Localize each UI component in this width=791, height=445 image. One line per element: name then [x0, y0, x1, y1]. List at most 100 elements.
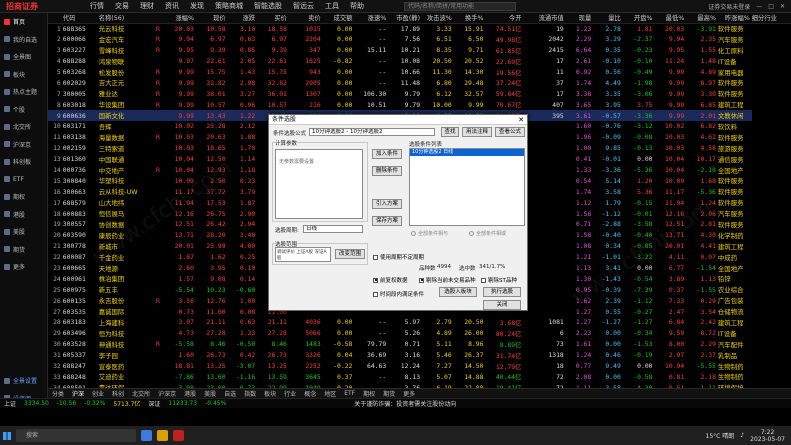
column-header[interactable]: 最低% — [654, 13, 687, 24]
radio-and[interactable]: 全部条件相与 — [411, 230, 448, 237]
table-row[interactable]: 7 300005 雅业达 R 9.99 36.01 3.27 36.01 1307 0.00 106… — [48, 88, 791, 99]
news-ticker[interactable]: 关于谨防诈骗：投资者需关注股份动向 — [354, 399, 456, 408]
maximize-icon[interactable]: □ — [768, 3, 774, 10]
column-header[interactable]: 涨速% — [354, 13, 389, 24]
column-header[interactable]: 攻击波% — [422, 13, 454, 24]
condition-list[interactable]: 10分钟选股2 日线 — [409, 148, 525, 226]
column-header[interactable]: 名称(56) — [98, 13, 154, 24]
column-header[interactable]: 市盈(静) — [388, 13, 423, 24]
menu-item[interactable]: 工具 — [325, 1, 339, 11]
market-tab[interactable]: 美股 — [204, 389, 216, 398]
column-header[interactable] — [48, 13, 63, 24]
column-header[interactable]: 量比 — [593, 13, 623, 24]
column-header[interactable]: 现量 — [565, 13, 594, 24]
condition-list-item[interactable]: 10分钟选股2 日线 — [410, 149, 524, 156]
sidebar-item[interactable]: 首页 — [0, 13, 47, 31]
market-tab[interactable]: 地区 — [324, 389, 336, 398]
menu-item[interactable]: 发现 — [190, 1, 204, 11]
formula-select[interactable]: 10分钟选股2 - 10分钟选股2 — [309, 128, 435, 136]
menu-item[interactable]: 帮助 — [350, 1, 364, 11]
sidebar-item[interactable]: 沪深京 — [0, 136, 47, 154]
column-header[interactable]: 昨涨幅% — [717, 13, 752, 24]
column-header[interactable]: 卖价 — [288, 13, 323, 24]
edge-icon[interactable] — [141, 430, 152, 441]
column-header[interactable]: 成交额 — [322, 13, 355, 24]
market-tab[interactable]: 行业 — [284, 389, 296, 398]
save-plan-button[interactable]: 保存方案 — [372, 216, 402, 226]
table-row[interactable]: 2 600066 金宏汽车 R 9.94 6.97 0.63 6.97 2204 0.00 -- 7.… — [48, 34, 791, 45]
close-button[interactable]: 关闭 — [483, 300, 521, 310]
search-input[interactable]: 代码/名称/简拼/常用功能 — [404, 1, 516, 11]
to-block-button[interactable]: 选股入板块 — [439, 287, 477, 297]
menu-item[interactable]: 理财 — [140, 1, 154, 11]
column-header[interactable]: 最高% — [686, 13, 718, 24]
menu-item[interactable]: 资讯 — [165, 1, 179, 11]
period-select[interactable]: 日线 — [303, 225, 363, 233]
table-row[interactable]: 32 688247 宣泰医药 18.81 13.25 -3.07 13.25 2252 -0.2… — [48, 361, 791, 372]
folder-icon[interactable] — [157, 430, 168, 441]
clock[interactable]: 7:22 2023-05-07 — [750, 429, 785, 443]
sidebar-item[interactable]: 个股 — [0, 101, 47, 119]
menu-item[interactable]: 智能选股 — [254, 1, 282, 11]
market-tab[interactable]: 沪深 — [72, 389, 84, 398]
market-tab[interactable]: 板块 — [264, 389, 276, 398]
add-condition-button[interactable]: 加入条件 — [372, 149, 402, 159]
windows-start-icon[interactable] — [0, 426, 14, 445]
column-header[interactable]: 细分行业 — [751, 13, 791, 24]
usage-button[interactable]: 用法注释 — [462, 127, 492, 137]
table-row[interactable]: 33 688248 艾迪药业 -7.86 13.60 -1.16 13.59 3645 0.37… — [48, 372, 791, 383]
column-header[interactable]: 代码 — [62, 13, 99, 24]
market-tab[interactable]: 港股 — [184, 389, 196, 398]
chk-adjusted[interactable]: 前复权数据 — [373, 276, 408, 284]
radio-or[interactable]: 全部条件相或 — [469, 230, 506, 237]
column-header[interactable]: 换手% — [453, 13, 486, 24]
sidebar-item[interactable]: 港股 — [0, 206, 47, 224]
delete-condition-button[interactable]: 删除条件 — [372, 166, 402, 176]
market-tab[interactable]: 概念 — [304, 389, 316, 398]
taskbar-search-input[interactable]: 搜索 — [16, 429, 136, 442]
sidebar-item[interactable]: 期权 — [0, 188, 47, 206]
column-header[interactable]: 买价 — [257, 13, 289, 24]
market-tab[interactable]: 指数 — [244, 389, 256, 398]
minimize-icon[interactable]: — — [756, 3, 762, 10]
column-header[interactable]: 开盘% — [622, 13, 655, 24]
market-tab[interactable]: 科创 — [112, 389, 124, 398]
volume-icon[interactable]: ♪ — [740, 432, 744, 439]
chk-time-range[interactable]: 时间段内满足条件 — [373, 290, 424, 298]
close-icon[interactable]: ✕ — [780, 3, 785, 10]
menu-item[interactable]: 行情 — [90, 1, 104, 11]
market-tab[interactable]: 更多 — [403, 389, 415, 398]
market-tab[interactable]: 期货 — [383, 389, 395, 398]
weather-info[interactable]: 15°C 晴朗 — [706, 431, 735, 440]
column-header[interactable] — [153, 13, 165, 24]
market-tab[interactable]: 期权 — [363, 389, 375, 398]
market-tab[interactable]: 创业 — [92, 389, 104, 398]
dialog-close-icon[interactable]: ✕ — [515, 115, 527, 124]
sidebar-item[interactable]: 期货 — [0, 241, 47, 259]
login-status[interactable]: 证券交易未登录 — [708, 2, 750, 11]
table-row[interactable]: 1 688365 光云科技 R 20.03 10.58 3.10 18.58 1015 0.00 -… — [48, 23, 791, 34]
column-header[interactable]: 涨幅% — [164, 13, 196, 24]
market-tab[interactable]: 沪深京 — [158, 389, 176, 398]
column-header[interactable]: 现价 — [195, 13, 228, 24]
load-plan-button[interactable]: 引入方案 — [372, 199, 402, 209]
sidebar-item[interactable]: 我的自选 — [0, 31, 47, 49]
table-row[interactable]: 5 603268 松发股份 R 9.99 15.75 1.43 15.75 943 0.00 -- 1… — [48, 67, 791, 78]
sidebar-item[interactable]: 科创板 — [0, 153, 47, 171]
table-row[interactable]: 29 603496 恒为科技 4.73 27.28 1.23 27.28 5066 0.00 --… — [48, 328, 791, 339]
market-tab[interactable]: 分类 — [52, 389, 64, 398]
table-row[interactable]: 8 603018 华设集团 R 9.99 10.57 0.96 10.57 216 0.00 10.… — [48, 99, 791, 110]
dialog-title-bar[interactable]: 条件选股 ✕ — [269, 115, 527, 125]
change-range-button[interactable]: 改变范围 — [335, 249, 365, 259]
table-row[interactable]: 28 603183 上海建科 3.07 21.11 0.63 21.11 4036 0.00 --… — [48, 317, 791, 328]
sidebar-item[interactable]: ETF — [0, 171, 47, 189]
stock-app-icon[interactable] — [173, 430, 184, 441]
market-tab[interactable]: 北交所 — [132, 389, 150, 398]
column-header[interactable]: 涨跌 — [227, 13, 258, 24]
find-button[interactable]: 查找 — [441, 127, 459, 137]
table-row[interactable]: 3 603227 雪峰科技 R 9.95 9.39 0.85 9.39 347 0.00 15.11… — [48, 45, 791, 56]
chk-exclude-st[interactable]: 剔除ST品种 — [481, 276, 517, 284]
menu-item[interactable]: 智远云 — [293, 1, 314, 11]
sidebar-item[interactable]: 板块 — [0, 66, 47, 84]
sidebar-item[interactable]: 北交所 — [0, 118, 47, 136]
